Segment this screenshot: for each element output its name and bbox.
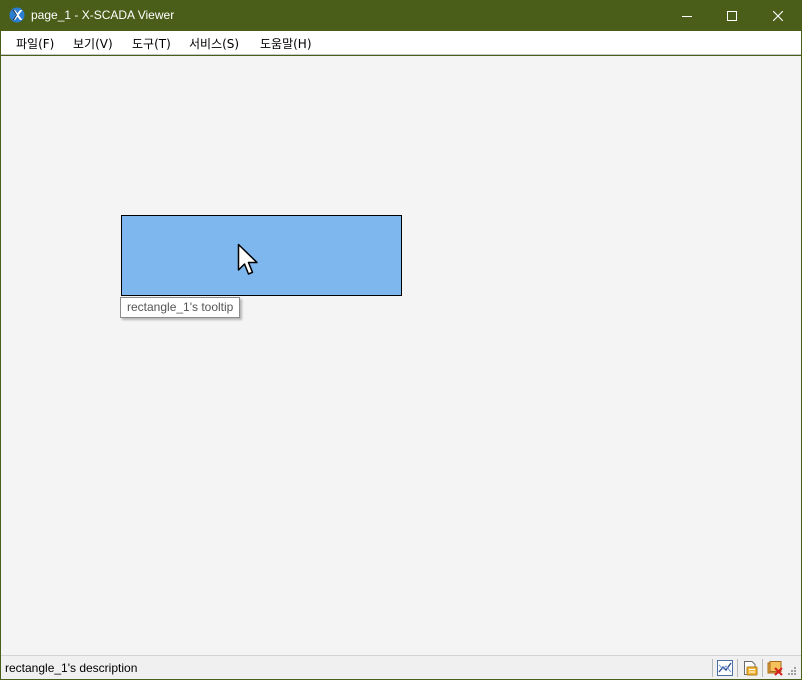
title-bar[interactable]: page_1 - X-SCADA Viewer	[0, 0, 802, 31]
window-title: page_1 - X-SCADA Viewer	[31, 8, 175, 22]
maximize-icon	[727, 10, 737, 21]
close-button[interactable]	[755, 0, 801, 31]
mouse-pointer-icon	[237, 243, 258, 275]
menu-help[interactable]: 도움말(H)	[260, 35, 312, 52]
rectangle-1[interactable]	[121, 215, 402, 296]
status-icon-group	[710, 658, 797, 678]
close-icon	[773, 10, 783, 21]
page-canvas[interactable]: rectangle_1's tooltip	[1, 56, 801, 655]
status-separator	[737, 659, 738, 677]
resize-grip-icon[interactable]	[787, 659, 797, 677]
alarm-delete-icon[interactable]	[766, 659, 784, 677]
menu-bar: 파일(F) 보기(V) 도구(T) 서비스(S) 도움말(H)	[1, 31, 801, 55]
menu-file[interactable]: 파일(F)	[16, 35, 54, 52]
report-icon[interactable]	[741, 659, 759, 677]
trend-chart-icon[interactable]	[716, 659, 734, 677]
minimize-button[interactable]	[664, 0, 710, 31]
x-scada-logo-icon	[9, 7, 25, 23]
status-separator	[762, 659, 763, 677]
maximize-button[interactable]	[709, 0, 755, 31]
status-separator	[712, 659, 713, 677]
viewer-window: page_1 - X-SCADA Viewer 파일(F) 보기(V) 도구(T…	[0, 0, 802, 680]
minimize-icon	[682, 15, 692, 17]
status-description: rectangle_1's description	[5, 661, 138, 675]
shape-tooltip: rectangle_1's tooltip	[120, 297, 241, 318]
menu-service[interactable]: 서비스(S)	[189, 35, 239, 52]
status-bar: rectangle_1's description	[1, 655, 801, 679]
menu-tools[interactable]: 도구(T)	[132, 35, 171, 52]
menu-view[interactable]: 보기(V)	[73, 35, 113, 52]
